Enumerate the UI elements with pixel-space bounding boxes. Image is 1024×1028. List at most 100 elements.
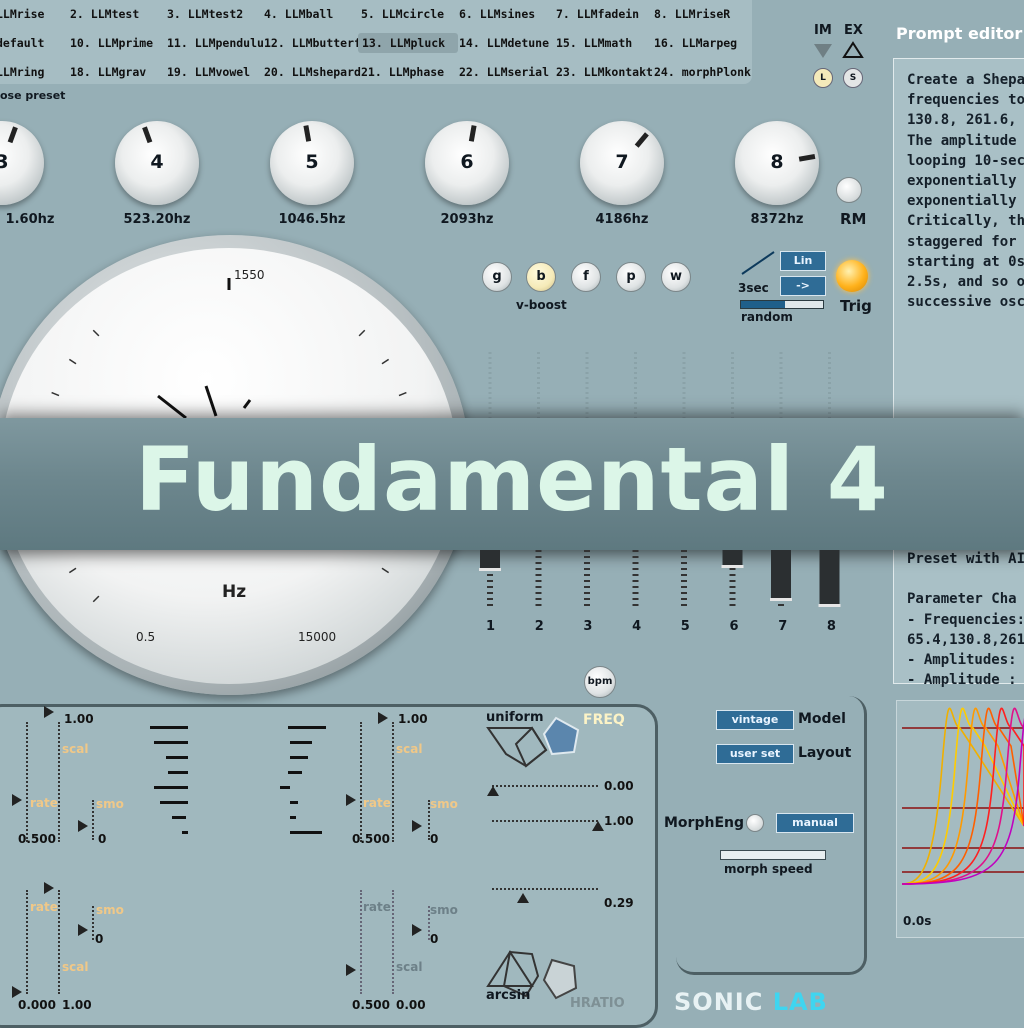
oscillator-knob[interactable]: 7 bbox=[580, 121, 664, 205]
smo-handle-right[interactable] bbox=[412, 820, 422, 832]
morph-engine-toggle[interactable] bbox=[746, 814, 764, 832]
preset-name: LLMtest bbox=[90, 7, 140, 21]
preset-item[interactable]: 14. LLMdetune bbox=[459, 33, 549, 53]
prompt-line: Parameter Cha bbox=[907, 591, 1017, 608]
hratio-label: HRATIO bbox=[570, 996, 625, 1011]
preset-item[interactable]: 21. LLMphase bbox=[361, 62, 444, 82]
vboost-button-p[interactable]: p bbox=[616, 262, 646, 292]
oscillator-knob[interactable]: 3 bbox=[0, 121, 44, 205]
gauge-top-label: 1550 bbox=[234, 268, 265, 282]
vboost-button-f[interactable]: f bbox=[571, 262, 601, 292]
morph-slider-3-handle[interactable] bbox=[517, 893, 529, 903]
scale-handle-right[interactable] bbox=[378, 712, 388, 724]
preset-item[interactable]: 11. LLMpendulu bbox=[167, 33, 264, 53]
smo-handle-bottom-left[interactable] bbox=[78, 924, 88, 936]
trig-button[interactable] bbox=[836, 260, 868, 292]
bpm-button[interactable]: bpm bbox=[584, 666, 616, 698]
scale-handle-bottom-left[interactable] bbox=[44, 882, 54, 894]
preset-item[interactable]: 13. LLMpluck bbox=[358, 33, 458, 53]
oscillator-knob[interactable]: 5 bbox=[270, 121, 354, 205]
preset-item[interactable]: 4. LLMball bbox=[264, 4, 333, 24]
preset-item[interactable]: default bbox=[0, 33, 44, 53]
oscillator-knob[interactable]: 6 bbox=[425, 121, 509, 205]
rate-track-bottom-right[interactable] bbox=[360, 890, 362, 994]
rate-track-right[interactable] bbox=[360, 722, 362, 842]
morph-mode-select[interactable]: manual bbox=[776, 813, 854, 833]
preset-item[interactable]: 8. LLMriseR bbox=[654, 4, 730, 24]
layout-select[interactable]: user set bbox=[716, 744, 794, 764]
preset-item[interactable]: 3. LLMtest2 bbox=[167, 4, 243, 24]
oscillator-knob[interactable]: 8 bbox=[735, 121, 819, 205]
rate-handle-bottom-left[interactable] bbox=[12, 986, 22, 998]
preset-item[interactable]: 10. LLMprime bbox=[70, 33, 153, 53]
preset-item[interactable]: 23. LLMkontakt bbox=[556, 62, 653, 82]
slider-number: 7 bbox=[778, 619, 788, 634]
random-bar[interactable] bbox=[740, 300, 824, 309]
smo-handle-left[interactable] bbox=[78, 820, 88, 832]
oscillator-knob[interactable]: 4 bbox=[115, 121, 199, 205]
fader-fill bbox=[480, 550, 500, 571]
scale-track-bottom-left[interactable] bbox=[58, 890, 60, 994]
preset-item[interactable]: 6. LLMsines bbox=[459, 4, 535, 24]
export-arrow-icon[interactable] bbox=[842, 40, 864, 60]
morph-slider-1[interactable] bbox=[492, 785, 598, 787]
morph-slider-2[interactable] bbox=[492, 820, 598, 822]
direction-button[interactable]: -> bbox=[780, 276, 826, 296]
smo-handle-bottom-right[interactable] bbox=[412, 924, 422, 936]
uniform-shape-icon[interactable] bbox=[486, 714, 586, 770]
vboost-button-b[interactable]: b bbox=[526, 262, 556, 292]
scale-track-left[interactable] bbox=[58, 722, 60, 842]
rate-handle-left[interactable] bbox=[12, 794, 22, 806]
gauge-tick bbox=[51, 391, 60, 397]
preset-item[interactable]: LLMring bbox=[0, 62, 44, 82]
model-select[interactable]: vintage bbox=[716, 710, 794, 730]
smo-track-left[interactable] bbox=[92, 800, 94, 840]
morph-slider-1-handle[interactable] bbox=[487, 786, 499, 796]
s-button[interactable]: S bbox=[843, 68, 863, 88]
rm-button[interactable] bbox=[836, 177, 862, 203]
lin-button[interactable]: Lin bbox=[780, 251, 826, 271]
rate-value-right: 0.500 bbox=[352, 832, 390, 846]
rate-track-bottom-left[interactable] bbox=[26, 890, 28, 994]
scale-track-right[interactable] bbox=[392, 722, 394, 842]
preset-item[interactable]: 24. morphPlonk bbox=[654, 62, 751, 82]
preset-item[interactable]: 12. LLMbutterf bbox=[264, 33, 361, 53]
knob-number: 3 bbox=[0, 151, 9, 173]
preset-item[interactable]: 18. LLMgrav bbox=[70, 62, 146, 82]
preset-name: LLMarpeg bbox=[681, 36, 738, 50]
gauge-tick bbox=[381, 358, 390, 365]
preset-item[interactable]: 22. LLMserial bbox=[459, 62, 549, 82]
preset-item[interactable]: 15. LLMmath bbox=[556, 33, 632, 53]
morph-slider-3[interactable] bbox=[492, 888, 598, 890]
preset-item[interactable]: 20. LLMshepard bbox=[264, 62, 361, 82]
preset-item[interactable]: 2. LLMtest bbox=[70, 4, 139, 24]
smo-track-bottom-left[interactable] bbox=[92, 906, 94, 940]
bar-graph-bar bbox=[290, 741, 312, 744]
smo-label-left: smo bbox=[96, 797, 124, 811]
l-button[interactable]: L bbox=[813, 68, 833, 88]
preset-item[interactable]: 19. LLMvowel bbox=[167, 62, 250, 82]
preset-number: 24. bbox=[654, 65, 675, 79]
model-panel bbox=[676, 696, 867, 975]
preset-name: LLMmath bbox=[583, 36, 633, 50]
morph-slider-2-handle[interactable] bbox=[592, 821, 604, 831]
rate-value-left: 0.500 bbox=[18, 832, 56, 846]
knob-frequency-label: 8372hz bbox=[750, 212, 804, 227]
bar-graph-left bbox=[150, 726, 188, 834]
vboost-button-w[interactable]: w bbox=[661, 262, 691, 292]
vboost-button-g[interactable]: g bbox=[482, 262, 512, 292]
import-arrow-icon[interactable] bbox=[812, 42, 834, 60]
amplitude-sliders[interactable] bbox=[476, 550, 856, 614]
scale-handle-left[interactable] bbox=[44, 706, 54, 718]
rate-handle-right[interactable] bbox=[346, 794, 356, 806]
preset-item[interactable]: LLMrise bbox=[0, 4, 44, 24]
rate-handle-bottom-right[interactable] bbox=[346, 964, 356, 976]
rate-track-left[interactable] bbox=[26, 722, 28, 842]
preset-item[interactable]: 5. LLMcircle bbox=[361, 4, 444, 24]
preset-name: LLMphase bbox=[388, 65, 445, 79]
preset-item[interactable]: 7. LLMfadein bbox=[556, 4, 639, 24]
morph-speed-bar[interactable] bbox=[720, 850, 826, 860]
preset-item[interactable]: 16. LLMarpeg bbox=[654, 33, 737, 53]
gauge-tick bbox=[398, 391, 407, 397]
scale-track-bottom-right[interactable] bbox=[392, 890, 394, 994]
